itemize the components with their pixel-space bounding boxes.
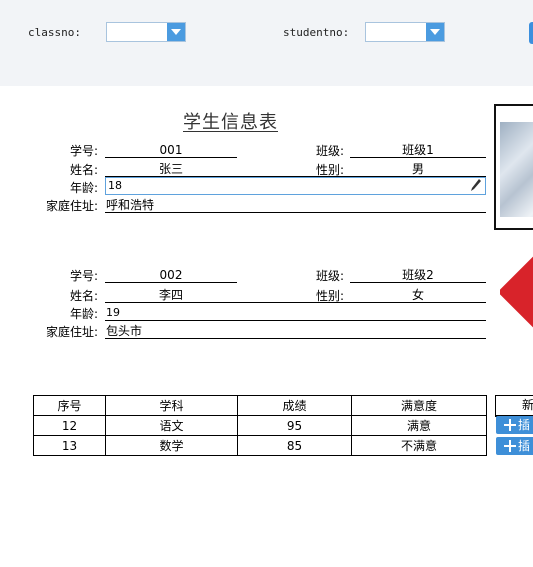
insert-button-label: 插 (518, 439, 531, 453)
address-label: 家庭住址: (45, 199, 98, 213)
table-cell: 语文 (105, 415, 238, 436)
name-label: 姓名: (69, 289, 98, 303)
chevron-down-icon (171, 29, 181, 35)
classno-dropdown-button[interactable] (167, 23, 185, 41)
column-header: 序号 (33, 395, 106, 416)
side-panel-header: 新 (496, 396, 533, 416)
name-label: 姓名: (69, 163, 98, 177)
address-label: 家庭住址: (45, 325, 98, 339)
table-cell: 不满意 (351, 435, 487, 456)
plus-icon (504, 440, 516, 452)
filter-bar: classno: studentno: (0, 0, 533, 86)
studentno-select[interactable] (365, 22, 445, 42)
address-value[interactable]: 呼和浩特 (105, 197, 486, 213)
insert-button-label: 插 (518, 418, 531, 432)
class-label: 班级: (315, 144, 344, 158)
column-header: 成绩 (237, 395, 352, 416)
class-label: 班级: (315, 269, 344, 283)
studentno-dropdown-button[interactable] (426, 23, 444, 41)
table-row[interactable]: 13 数学 85 不满意 (33, 435, 487, 456)
name-value[interactable]: 张三 (105, 161, 237, 177)
address-value[interactable]: 包头市 (105, 323, 486, 339)
age-value: 18 (108, 179, 122, 192)
table-header-row: 序号 学科 成绩 满意度 (33, 395, 487, 416)
plus-icon (504, 419, 516, 431)
photo-image (500, 122, 533, 217)
student-photo-1 (494, 104, 533, 230)
gender-value[interactable]: 男 (350, 161, 486, 177)
side-action-panel: 新 (495, 395, 533, 417)
age-label: 年龄: (69, 181, 98, 195)
student-no-value[interactable]: 001 (105, 142, 237, 158)
red-stamp-image (500, 256, 533, 328)
studentno-label: studentno: (283, 26, 350, 39)
pencil-icon[interactable] (471, 179, 481, 191)
insert-row-button[interactable]: 插 (496, 437, 533, 455)
query-button[interactable] (529, 22, 533, 44)
insert-row-button[interactable]: 插 (496, 416, 533, 434)
chevron-down-icon (430, 29, 440, 35)
table-cell: 13 (33, 435, 106, 456)
student-photo-2 (500, 255, 533, 355)
column-header: 学科 (105, 395, 238, 416)
student-no-label: 学号: (69, 269, 98, 283)
table-cell: 12 (33, 415, 106, 436)
table-cell: 95 (237, 415, 352, 436)
table-cell: 满意 (351, 415, 487, 436)
gender-value[interactable]: 女 (350, 287, 486, 303)
age-label: 年龄: (69, 307, 98, 321)
student-no-label: 学号: (69, 144, 98, 158)
class-value[interactable]: 班级1 (350, 142, 486, 158)
class-value[interactable]: 班级2 (350, 267, 486, 283)
table-cell: 85 (237, 435, 352, 456)
student-no-value[interactable]: 002 (105, 267, 237, 283)
form-title: 学生信息表 (183, 112, 278, 133)
name-value[interactable]: 李四 (105, 287, 237, 303)
column-header: 满意度 (351, 395, 487, 416)
table-row[interactable]: 12 语文 95 满意 (33, 415, 487, 436)
age-value[interactable]: 19 (105, 305, 486, 321)
classno-label: classno: (28, 26, 81, 39)
classno-select[interactable] (106, 22, 186, 42)
table-cell: 数学 (105, 435, 238, 456)
grades-table: 序号 学科 成绩 满意度 12 语文 95 满意 13 数学 85 不满意 (33, 395, 487, 456)
age-input[interactable]: 18 (105, 177, 486, 195)
